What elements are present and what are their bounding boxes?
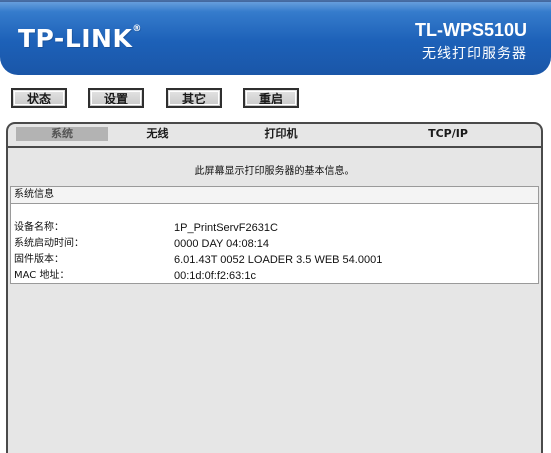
menu-status-button[interactable]: 状态 [11,88,67,108]
info-row-mac: MAC 地址： 00:1d:0f:f2:63:1c [14,268,534,284]
model-name: TL-WPS510U [414,20,527,40]
info-row-device-name: 设备名称： 1P_PrintServF2631C [14,220,534,236]
system-info-box: 系统信息 设备名称： 1P_PrintServF2631C 系统启动时间： 00… [10,186,539,284]
tab-divider [8,146,541,148]
sub-tabs: 系统 无线 打印机 TCP/IP [8,126,541,144]
uptime-value: 0000 DAY 04:08:14 [174,238,270,250]
menu-settings-button[interactable]: 设置 [88,88,144,108]
device-name-value: 1P_PrintServF2631C [174,222,278,234]
content-panel: 系统 无线 打印机 TCP/IP 此屏幕显示打印服务器的基本信息。 系统信息 设… [6,122,543,453]
mac-value: 00:1d:0f:f2:63:1c [174,270,256,282]
menu-reboot-button[interactable]: 重启 [243,88,299,108]
subtab-printer[interactable]: 打印机 [241,127,321,141]
firmware-value: 6.01.43T 0052 LOADER 3.5 WEB 54.0001 [174,254,383,266]
menu-other-button[interactable]: 其它 [166,88,222,108]
header-banner: TP-LINK® TL-WPS510U 无线打印服务器 [0,0,551,75]
product-subtitle: 无线打印服务器 [422,46,527,62]
uptime-label: 系统启动时间： [14,238,84,249]
info-row-uptime: 系统启动时间： 0000 DAY 04:08:14 [14,236,534,252]
info-description: 此屏幕显示打印服务器的基本信息。 [194,166,355,177]
info-row-firmware: 固件版本： 6.01.43T 0052 LOADER 3.5 WEB 54.00… [14,252,534,268]
subtab-tcpip[interactable]: TCP/IP [408,127,488,141]
subtab-system[interactable]: 系统 [16,127,108,141]
tp-link-logo: TP-LINK® [18,24,142,53]
mac-label: MAC 地址： [14,270,70,281]
device-name-label: 设备名称： [14,222,64,233]
logo-registered-mark: ® [132,24,142,34]
firmware-label: 固件版本： [14,254,64,265]
subtab-wireless[interactable]: 无线 [120,127,195,141]
system-info-title: 系统信息 [11,187,538,204]
logo-text: TP-LINK [18,24,133,53]
